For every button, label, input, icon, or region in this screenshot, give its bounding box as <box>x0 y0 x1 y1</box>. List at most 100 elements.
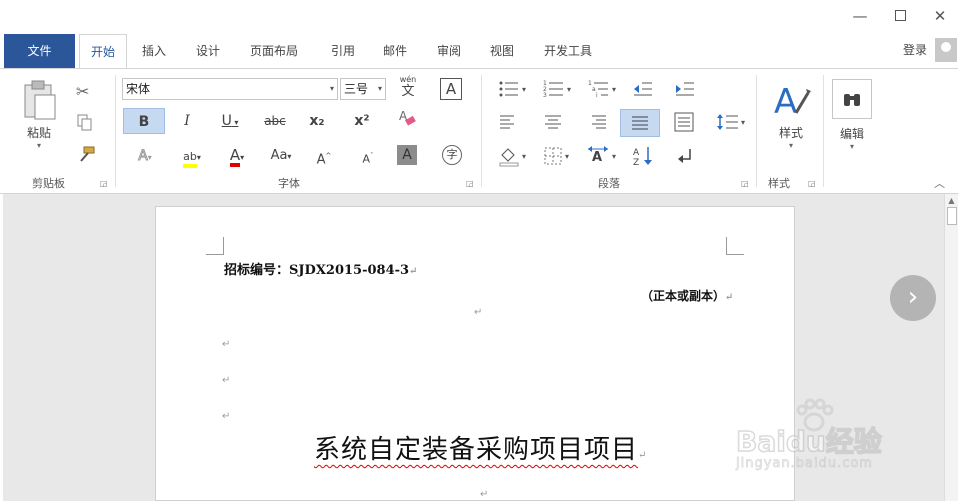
align-center-button[interactable] <box>543 113 563 134</box>
text-effects-button[interactable]: A▾ <box>130 143 160 169</box>
copy-button[interactable] <box>76 113 94 134</box>
title-bar: — ✕ <box>0 0 958 34</box>
paragraph-launcher-icon[interactable]: ◲ <box>741 179 749 188</box>
chevron-up-icon: ︿ <box>934 177 945 190</box>
character-border-button[interactable]: A <box>440 78 462 100</box>
maximize-icon <box>894 10 906 21</box>
styles-button[interactable]: A 样式 ▾ <box>768 77 814 169</box>
font-color-button[interactable]: A▾ <box>220 143 254 169</box>
italic-button[interactable]: I <box>172 108 202 134</box>
paste-button[interactable]: 粘贴 ▾ <box>14 79 64 169</box>
styles-group-label: 样式 <box>768 177 790 190</box>
grow-font-button[interactable]: A^ <box>309 143 339 169</box>
shading-button[interactable]: ▾ <box>498 145 530 170</box>
show-marks-button[interactable] <box>674 145 696 170</box>
strikethrough-button[interactable]: abc <box>260 108 290 134</box>
sort-icon: AZ <box>633 147 652 168</box>
maximize-button[interactable] <box>885 4 915 28</box>
paragraph-mark: ↵ <box>725 292 734 303</box>
clipboard-launcher-icon[interactable]: ◲ <box>100 179 108 188</box>
document-page[interactable]: 招标编号：SJDX2015-084-3↵ （正本或副本）↵ ↵ ↵ ↵ ↵ 系统… <box>155 206 795 501</box>
ribbon-home: 粘贴 ▾ ✂ 剪贴板 ◲ 宋体 ▾ 三号 ▾ wén 文 A B I U ▾ a… <box>0 68 958 194</box>
tab-page-layout[interactable]: 页面布局 <box>246 34 302 68</box>
chevron-down-icon: ▾ <box>147 153 152 162</box>
align-left-icon <box>500 115 514 129</box>
format-painter-button[interactable] <box>76 145 96 166</box>
enclose-characters-button[interactable]: 字 <box>442 145 462 165</box>
tab-file[interactable]: 文件 <box>4 34 75 68</box>
shrink-font-label: A <box>362 152 371 166</box>
tab-references[interactable]: 引用 <box>327 34 359 68</box>
chevron-down-icon: ▾ <box>849 142 854 151</box>
sort-button[interactable]: AZ <box>632 145 654 170</box>
font-name-combo[interactable]: 宋体 ▾ <box>122 78 338 100</box>
document-title-line: 系统自定装备采购项目项目↵ <box>314 429 647 466</box>
minimize-button[interactable]: — <box>845 4 875 28</box>
align-center-icon <box>545 115 561 129</box>
asian-layout-button[interactable]: A ▾ <box>588 145 620 170</box>
tab-mailings[interactable]: 邮件 <box>379 34 411 68</box>
numbering-button[interactable]: 1 2 3 ▾ <box>543 79 575 102</box>
chevron-down-icon: ▾ <box>377 84 382 93</box>
bold-button[interactable]: B <box>123 108 165 134</box>
align-left-button[interactable] <box>498 113 518 134</box>
tab-view[interactable]: 视图 <box>486 34 518 68</box>
scroll-up-icon[interactable]: ▲ <box>945 196 958 205</box>
underline-button[interactable]: U ▾ <box>215 108 245 134</box>
subscript-button[interactable]: x₂ <box>302 108 332 134</box>
svg-text:3: 3 <box>543 92 547 99</box>
chevron-down-icon: ▾ <box>231 118 239 127</box>
scrollbar-thumb[interactable] <box>946 207 957 225</box>
font-launcher-icon[interactable]: ◲ <box>466 179 474 188</box>
tab-insert[interactable]: 插入 <box>138 34 170 68</box>
numbered-list-icon: 1 2 3 ▾ <box>543 80 571 99</box>
left-edge <box>0 194 3 501</box>
bid-number-text: 招标编号：SJDX2015-084-3 <box>224 263 410 278</box>
phonetic-guide-button[interactable]: wén 文 <box>396 75 420 99</box>
collapse-ribbon-button[interactable]: ︿ <box>934 175 945 191</box>
increase-indent-button[interactable] <box>674 79 696 102</box>
font-name-value: 宋体 <box>126 82 151 96</box>
clear-formatting-button[interactable]: A <box>392 108 422 134</box>
distributed-button[interactable] <box>673 111 695 136</box>
decrease-indent-button[interactable] <box>632 79 654 102</box>
bullets-button[interactable]: ▾ <box>498 79 530 102</box>
chevron-down-icon: ▾ <box>287 152 292 161</box>
next-page-button[interactable]: › <box>890 275 936 321</box>
tab-review[interactable]: 审阅 <box>433 34 465 68</box>
shrink-font-button[interactable]: Aˇ <box>353 143 383 169</box>
chevron-right-icon: › <box>907 282 919 312</box>
close-button[interactable]: ✕ <box>925 4 955 28</box>
align-right-icon <box>592 115 606 129</box>
paragraph-group-label: 段落 <box>598 177 620 190</box>
vertical-scrollbar[interactable]: ▲ <box>944 194 958 501</box>
text-effects-label: A <box>138 148 149 165</box>
editing-button[interactable]: 编辑 ▾ <box>830 79 874 171</box>
borders-button[interactable]: ▾ <box>543 145 575 170</box>
tab-design[interactable]: 设计 <box>192 34 224 68</box>
change-case-button[interactable]: Aa▾ <box>264 143 298 169</box>
justify-button[interactable] <box>620 109 660 137</box>
cut-button[interactable]: ✂ <box>76 81 89 103</box>
superscript-button[interactable]: x² <box>347 108 377 134</box>
font-size-combo[interactable]: 三号 ▾ <box>340 78 386 100</box>
eraser-icon: A <box>399 109 416 126</box>
chevron-down-icon: ▾ <box>788 141 793 150</box>
borders-icon: ▾ <box>544 147 569 165</box>
paragraph-mark: ↵ <box>638 450 648 461</box>
copy-icon <box>77 114 92 131</box>
highlight-button[interactable]: ab▾ <box>174 143 210 169</box>
svg-text:▾: ▾ <box>612 152 616 161</box>
styles-launcher-icon[interactable]: ◲ <box>808 179 816 188</box>
login-link[interactable]: 登录 <box>903 41 927 58</box>
format-painter-icon <box>80 146 95 162</box>
editing-button-label: 编辑 <box>839 127 864 141</box>
avatar[interactable] <box>935 38 957 62</box>
line-spacing-button[interactable]: ▾ <box>716 111 748 136</box>
tab-developer[interactable]: 开发工具 <box>540 34 596 68</box>
multilevel-list-button[interactable]: 1 a i ▾ <box>588 79 620 102</box>
align-right-button[interactable] <box>588 113 608 134</box>
character-shading-button[interactable]: A <box>397 145 417 165</box>
tab-home[interactable]: 开始 <box>79 34 127 69</box>
close-icon: ✕ <box>933 7 947 25</box>
